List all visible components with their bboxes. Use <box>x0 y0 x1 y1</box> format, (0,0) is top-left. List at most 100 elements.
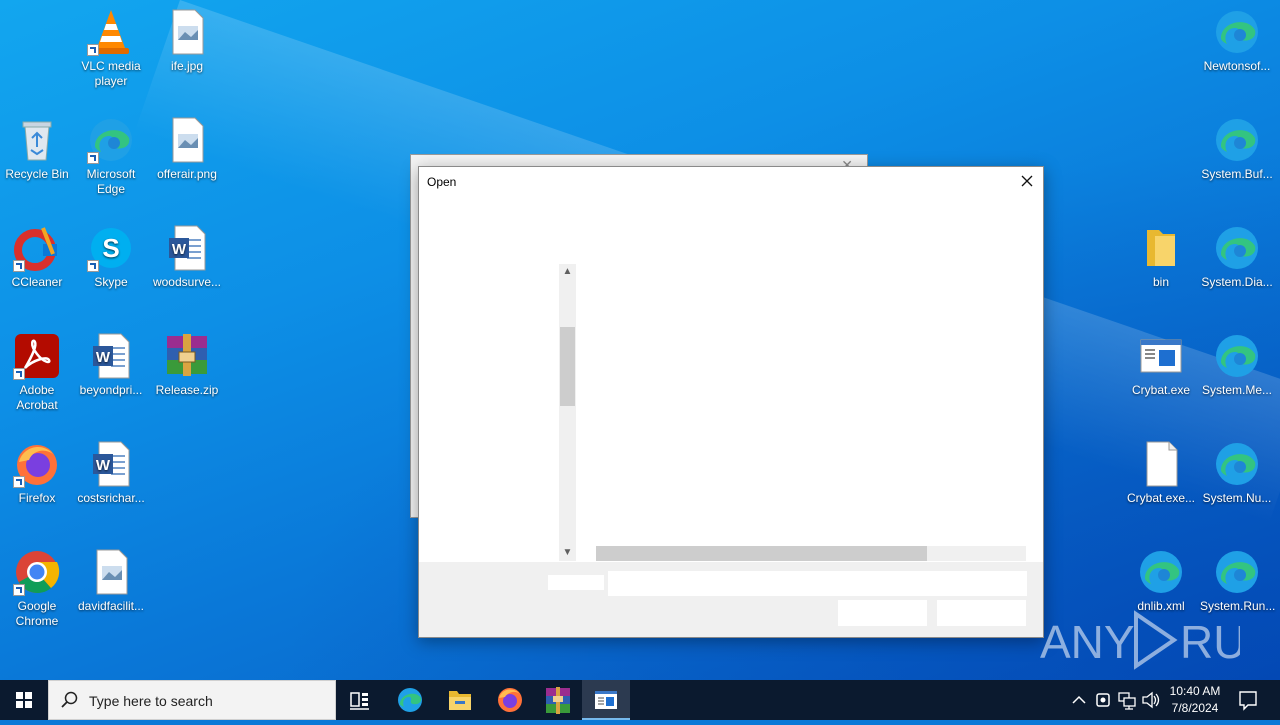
search-icon <box>61 691 78 708</box>
desktop-icon-woodsurve[interactable]: W woodsurve... <box>150 224 224 290</box>
scroll-down-arrow-icon[interactable]: ▼ <box>559 545 576 561</box>
skype-icon: S <box>87 224 135 272</box>
desktop-icon-label: System.Me... <box>1201 383 1272 397</box>
image-file-icon <box>163 116 211 164</box>
desktop-icon-ife-jpg[interactable]: ife.jpg <box>150 8 224 74</box>
close-button[interactable] <box>1015 170 1039 192</box>
desktop-icon-offerair-png[interactable]: offerair.png <box>150 116 224 182</box>
desktop-icon-google-chrome[interactable]: Google Chrome <box>0 548 74 629</box>
folder-icon <box>449 691 471 710</box>
shortcut-arrow-icon <box>13 584 25 596</box>
windows-logo-icon <box>16 692 32 708</box>
file-name-input[interactable] <box>608 571 1027 596</box>
taskbar-edge[interactable] <box>386 680 434 720</box>
taskbar-file-explorer[interactable] <box>436 680 484 720</box>
desktop-icon-system-dia[interactable]: System.Dia... <box>1200 224 1274 290</box>
desktop-icon-label: Newtonsof... <box>1203 59 1271 73</box>
desktop-icon-label: Crybat.exe <box>1131 383 1191 397</box>
shortcut-arrow-icon <box>87 152 99 164</box>
open-file-dialog[interactable]: Open ▲ ▼ <box>418 166 1044 638</box>
microsoft-edge-icon <box>1213 440 1261 488</box>
executable-icon <box>1137 332 1185 380</box>
volume-button[interactable] <box>1140 680 1162 720</box>
desktop-icon-dnlib-xml[interactable]: dnlib.xml <box>1124 548 1198 614</box>
shortcut-arrow-icon <box>13 476 25 488</box>
task-view-button[interactable] <box>336 680 384 720</box>
blank-file-icon <box>1137 440 1185 488</box>
desktop-icon-adobe-acrobat[interactable]: Adobe Acrobat <box>0 332 74 413</box>
desktop-icon-label: Recycle Bin <box>5 167 69 181</box>
firefox-icon <box>13 440 61 488</box>
taskbar-clock[interactable]: 10:40 AM 7/8/2024 <box>1162 683 1228 717</box>
desktop-icon-costsrichar[interactable]: W costsrichar... <box>74 440 148 506</box>
watermark-text-run: RUN <box>1180 616 1240 668</box>
desktop-icon-system-me[interactable]: System.Me... <box>1200 332 1274 398</box>
desktop-icon-label: Crybat.exe... <box>1126 491 1196 505</box>
taskbar-search-box[interactable]: Type here to search <box>48 680 336 720</box>
image-file-icon <box>163 8 211 56</box>
notification-icon <box>1239 691 1257 711</box>
desktop-icon-release-zip[interactable]: Release.zip <box>150 332 224 398</box>
show-hidden-icons-button[interactable] <box>1068 680 1090 720</box>
desktop-icon-newtonsof[interactable]: Newtonsof... <box>1200 8 1274 74</box>
desktop-icon-system-nu[interactable]: System.Nu... <box>1200 440 1274 506</box>
desktop-icon-label: davidfacilit... <box>77 599 145 613</box>
chevron-up-icon <box>1072 695 1086 704</box>
recycle-bin-icon <box>13 116 61 164</box>
taskbar-active-window[interactable] <box>582 680 630 720</box>
word-document-icon: W <box>87 332 135 380</box>
microsoft-edge-icon <box>1213 224 1261 272</box>
desktop-icon-beyondpri[interactable]: W beyondpri... <box>74 332 148 398</box>
tray-app-icon <box>1096 693 1110 707</box>
desktop-icon-crybat-exe-config[interactable]: Crybat.exe... <box>1124 440 1198 506</box>
svg-text:W: W <box>96 457 111 474</box>
microsoft-edge-icon <box>398 688 422 712</box>
desktop: Recycle Bin CCleaner Adobe Acrobat Firef… <box>0 0 1280 680</box>
desktop-icon-recycle-bin[interactable]: Recycle Bin <box>0 116 74 182</box>
horizontal-scroll-thumb[interactable] <box>596 546 927 561</box>
desktop-icon-vlc[interactable]: VLC media player <box>74 8 148 89</box>
microsoft-edge-icon <box>1137 548 1185 596</box>
taskbar-winrar[interactable] <box>534 680 582 720</box>
desktop-icon-firefox[interactable]: Firefox <box>0 440 74 506</box>
desktop-icon-crybat-exe[interactable]: Crybat.exe <box>1124 332 1198 398</box>
open-button[interactable] <box>838 600 927 626</box>
taskbar-firefox[interactable] <box>486 680 534 720</box>
tray-app-button[interactable] <box>1092 680 1114 720</box>
desktop-icon-label: System.Nu... <box>1202 491 1272 505</box>
desktop-icon-skype[interactable]: S Skype <box>74 224 148 290</box>
network-button[interactable] <box>1116 680 1138 720</box>
scroll-up-arrow-icon[interactable]: ▲ <box>559 264 576 280</box>
shortcut-arrow-icon <box>87 44 99 56</box>
desktop-icon-label: offerair.png <box>157 167 217 181</box>
desktop-icon-microsoft-edge[interactable]: Microsoft Edge <box>74 116 148 197</box>
shortcut-arrow-icon <box>87 260 99 272</box>
cancel-button[interactable] <box>937 600 1026 626</box>
notifications-button[interactable] <box>1234 680 1262 720</box>
microsoft-edge-icon <box>1213 332 1261 380</box>
winrar-archive-icon <box>163 332 211 380</box>
file-list-horizontal-scrollbar[interactable] <box>596 546 1026 561</box>
desktop-icon-label: Adobe Acrobat <box>16 383 58 412</box>
image-file-icon <box>87 548 135 596</box>
winrar-icon <box>546 687 570 714</box>
microsoft-edge-icon <box>1213 116 1261 164</box>
navigation-pane-vertical-scrollbar[interactable]: ▲ ▼ <box>559 264 576 561</box>
dialog-bottom-panel <box>419 562 1043 637</box>
desktop-icon-label: costsrichar... <box>77 491 145 505</box>
desktop-icon-label: System.Buf... <box>1201 167 1273 181</box>
desktop-icon-label: woodsurve... <box>152 275 222 289</box>
start-button[interactable] <box>0 680 48 720</box>
word-document-icon: W <box>163 224 211 272</box>
microsoft-edge-icon <box>1213 8 1261 56</box>
desktop-icon-label: Firefox <box>18 491 56 505</box>
desktop-icon-system-buf[interactable]: System.Buf... <box>1200 116 1274 182</box>
shortcut-arrow-icon <box>13 260 25 272</box>
desktop-icon-system-run[interactable]: System.Run... <box>1200 548 1275 614</box>
vertical-scroll-thumb[interactable] <box>560 327 575 406</box>
application-window-icon <box>595 691 617 709</box>
desktop-icon-davidfacilit[interactable]: davidfacilit... <box>74 548 148 614</box>
desktop-icon-ccleaner[interactable]: CCleaner <box>0 224 74 290</box>
desktop-icon-bin-folder[interactable]: bin <box>1124 224 1198 290</box>
desktop-icon-label: CCleaner <box>11 275 63 289</box>
